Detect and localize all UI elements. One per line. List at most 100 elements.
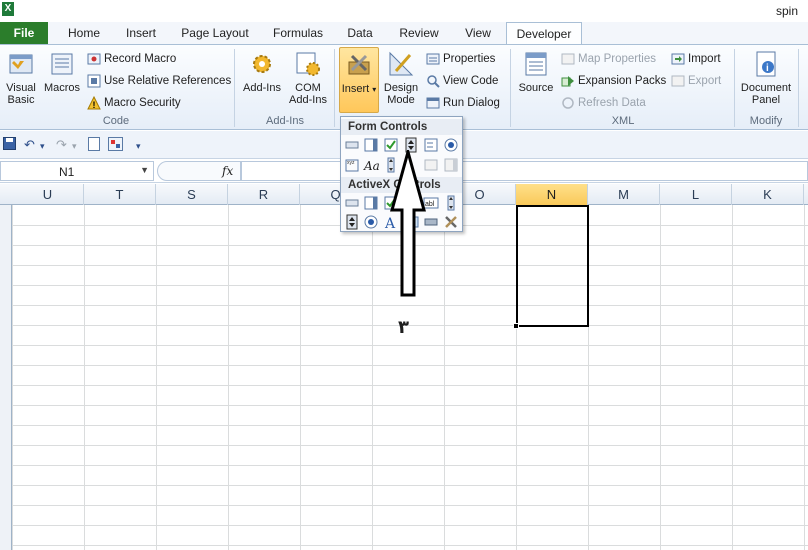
group-label-xml: XML: [611, 115, 635, 127]
window-title: spin: [775, 4, 798, 18]
annotation-arrow: [390, 150, 426, 297]
column-gridline: [12, 205, 13, 550]
excel-app-icon[interactable]: X: [2, 2, 14, 16]
option-button-icon[interactable]: [443, 137, 459, 153]
tab-file[interactable]: File: [0, 22, 48, 44]
function-area: fx: [157, 161, 241, 181]
activex-option-button-icon[interactable]: [363, 214, 379, 230]
insert-controls-button[interactable]: Insert ▾: [339, 47, 379, 113]
tab-data[interactable]: Data: [340, 22, 380, 44]
redo-dropdown-icon[interactable]: ▾: [72, 141, 77, 152]
tab-home[interactable]: Home: [62, 22, 106, 44]
expansion-packs-icon: [561, 75, 574, 87]
save-icon[interactable]: [3, 137, 16, 153]
row-gridline: [12, 365, 808, 366]
expansion-packs-button[interactable]: Expansion Packs: [561, 72, 666, 90]
group-label-add-ins: Add-Ins: [266, 115, 304, 127]
name-box-value: N1: [59, 165, 75, 179]
activex-scroll-bar-icon[interactable]: [443, 195, 459, 211]
column-header[interactable]: U: [12, 184, 84, 205]
activex-spin-button-icon[interactable]: [344, 214, 360, 230]
import-button[interactable]: Import: [671, 50, 721, 68]
macro-security-button[interactable]: ! Macro Security: [87, 94, 181, 112]
activex-button-icon[interactable]: [344, 195, 360, 211]
column-header[interactable]: M: [588, 184, 660, 205]
name-box[interactable]: N1 ▼: [0, 161, 154, 181]
tab-insert[interactable]: Insert: [120, 22, 162, 44]
import-icon: [671, 53, 685, 65]
tab-developer[interactable]: Developer: [506, 22, 582, 45]
group-separator: [234, 49, 235, 127]
column-gridline: [732, 205, 733, 550]
column-header[interactable]: K: [732, 184, 804, 205]
column-gridline: [804, 205, 805, 550]
design-mode-button[interactable]: Design Mode: [381, 49, 421, 106]
insert-function-icon[interactable]: fx: [222, 164, 233, 178]
undo-dropdown-icon[interactable]: ▾: [40, 141, 45, 152]
row-gridline: [12, 385, 808, 386]
design-mode-icon: [389, 51, 414, 76]
add-ins-button[interactable]: Add-Ins: [240, 49, 284, 94]
label-control-icon[interactable]: Aa: [363, 157, 379, 173]
map-properties-button[interactable]: Map Properties: [561, 50, 656, 68]
svg-text:xyz: xyz: [347, 160, 355, 166]
formula-input[interactable]: [241, 161, 808, 181]
tab-view[interactable]: View: [458, 22, 498, 44]
run-dialog-icon: [426, 97, 440, 109]
column-gridline: [156, 205, 157, 550]
document-panel-icon: i: [756, 51, 776, 77]
macros-button[interactable]: Macros: [42, 49, 82, 94]
chevron-down-icon[interactable]: ▼: [140, 165, 149, 175]
row-gridline: [12, 485, 808, 486]
fill-handle[interactable]: [513, 323, 519, 329]
visual-basic-button[interactable]: Visual Basic: [2, 49, 40, 106]
com-add-ins-button[interactable]: COM Add-Ins: [286, 49, 330, 106]
row-gridline: [12, 345, 808, 346]
combo-list-icon[interactable]: [443, 157, 459, 173]
button-control-icon[interactable]: [344, 137, 360, 153]
column-header[interactable]: T: [84, 184, 156, 205]
undo-icon[interactable]: ↶: [24, 137, 35, 153]
column-gridline: [372, 205, 373, 550]
visual-basic-icon: [9, 54, 33, 74]
document-panel-button[interactable]: i Document Panel: [738, 49, 794, 106]
source-icon: [525, 52, 547, 76]
column-header[interactable]: S: [156, 184, 228, 205]
activex-combo-box-icon[interactable]: [363, 195, 379, 211]
refresh-data-button[interactable]: Refresh Data: [561, 94, 646, 112]
controls-icon[interactable]: [108, 137, 124, 154]
tab-formulas[interactable]: Formulas: [268, 22, 328, 44]
macros-icon: [51, 53, 73, 75]
visual-basic-label: Visual Basic: [6, 82, 36, 106]
relative-references-icon: [87, 74, 101, 88]
column-gridline: [300, 205, 301, 550]
record-macro-icon: [87, 53, 101, 65]
new-document-icon[interactable]: [88, 137, 100, 154]
active-cell[interactable]: [516, 205, 589, 327]
combo-box-icon[interactable]: [363, 137, 379, 153]
title-bar: X spin: [0, 0, 808, 22]
row-headers[interactable]: [0, 205, 12, 550]
view-code-button[interactable]: View Code: [426, 72, 498, 90]
group-label-code: Code: [102, 115, 130, 127]
properties-button[interactable]: Properties: [426, 50, 495, 68]
toolbox-icon: [348, 54, 370, 75]
tab-page-layout[interactable]: Page Layout: [178, 22, 252, 44]
redo-icon[interactable]: ↷: [56, 137, 67, 153]
export-button[interactable]: Export: [671, 72, 721, 90]
column-gridline: [660, 205, 661, 550]
tab-review[interactable]: Review: [394, 22, 444, 44]
column-header[interactable]: R: [228, 184, 300, 205]
record-macro-button[interactable]: Record Macro: [87, 50, 176, 68]
column-header-selected[interactable]: N: [516, 184, 588, 205]
source-button[interactable]: Source: [516, 49, 556, 94]
group-box-icon[interactable]: xyz: [344, 157, 360, 173]
run-dialog-button[interactable]: Run Dialog: [426, 94, 500, 112]
more-controls-icon[interactable]: [443, 214, 459, 230]
customize-toolbar-icon[interactable]: ▾: [136, 141, 141, 152]
row-gridline: [12, 305, 808, 306]
column-header[interactable]: L: [660, 184, 732, 205]
relative-references-button[interactable]: Use Relative References: [87, 72, 231, 90]
group-separator: [510, 49, 511, 127]
row-gridline: [12, 525, 808, 526]
